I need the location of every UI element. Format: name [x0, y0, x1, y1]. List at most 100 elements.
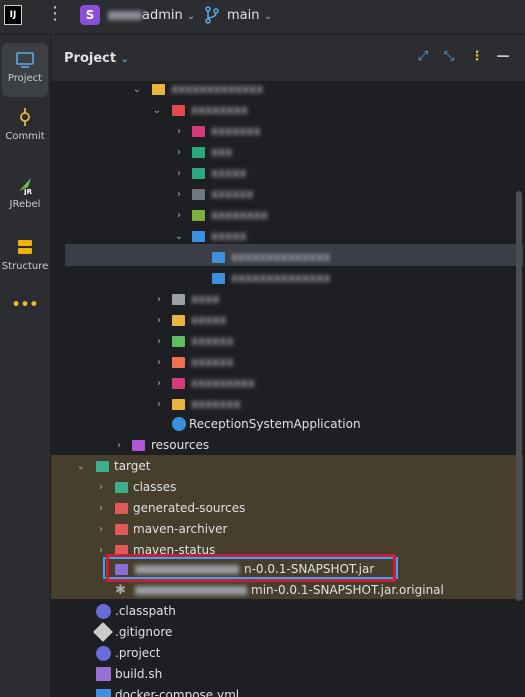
- tree-row[interactable]: › xxxxxxxxx: [51, 373, 525, 394]
- chevron-right-icon[interactable]: ›: [153, 310, 165, 331]
- redacted-text: xxxxxx: [191, 355, 234, 369]
- tree-row[interactable]: › xxxxxx: [51, 184, 525, 205]
- redacted-text: xxxx: [191, 292, 220, 306]
- tree-row[interactable]: › xxxxxx: [51, 331, 525, 352]
- tree-row[interactable]: .classpath: [51, 601, 525, 622]
- chevron-right-icon[interactable]: ›: [95, 498, 107, 519]
- tool-project[interactable]: Project: [2, 43, 48, 97]
- tree-row[interactable]: ⌄ xxxxx: [51, 226, 525, 247]
- branch-switcher[interactable]: main ⌄: [227, 8, 272, 23]
- tree-row[interactable]: › xxxxxxx: [51, 121, 525, 142]
- tool-commit[interactable]: Commit: [0, 107, 50, 142]
- chevron-down-icon: ⌄: [263, 11, 273, 22]
- chevron-down-icon[interactable]: ⌄: [173, 226, 185, 247]
- tree-row-target[interactable]: ⌄ target: [51, 456, 525, 477]
- git-branch-icon: [205, 6, 219, 24]
- class-icon: [212, 273, 225, 284]
- excluded-folder-icon: [96, 461, 109, 472]
- package-icon: [172, 399, 185, 410]
- chevron-right-icon[interactable]: ›: [113, 435, 125, 456]
- tree-row[interactable]: ✱ min-0.0.1-SNAPSHOT.jar.original: [51, 580, 525, 601]
- hide-panel-icon[interactable]: —: [495, 49, 511, 65]
- chevron-right-icon[interactable]: ›: [173, 121, 185, 142]
- tree-row[interactable]: › xxxxx: [51, 163, 525, 184]
- redacted-text: xxxxxxxxxxxxxx: [231, 250, 331, 264]
- options-icon[interactable]: ⋮: [469, 49, 485, 65]
- tree-row[interactable]: › xxxxxxxx: [51, 205, 525, 226]
- chevron-right-icon[interactable]: ›: [173, 142, 185, 163]
- project-badge[interactable]: S: [80, 5, 100, 25]
- tree-row[interactable]: › xxxxxx: [51, 352, 525, 373]
- chevron-right-icon[interactable]: ›: [153, 331, 165, 352]
- file-name: docker-compose.yml: [115, 688, 240, 697]
- chevron-down-icon[interactable]: ⌄: [151, 100, 163, 121]
- tree-row[interactable]: › xxx: [51, 142, 525, 163]
- tree-row[interactable]: .project: [51, 643, 525, 664]
- app-logo[interactable]: IJ: [4, 5, 22, 25]
- chevron-right-icon[interactable]: ›: [153, 373, 165, 394]
- docker-icon: [96, 689, 111, 697]
- chevron-right-icon[interactable]: ›: [173, 163, 185, 184]
- expand-all-icon[interactable]: ⤢: [415, 49, 431, 65]
- package-icon: [192, 126, 205, 137]
- chevron-right-icon[interactable]: ›: [153, 394, 165, 415]
- tree-row[interactable]: › maven-archiver: [51, 519, 525, 540]
- redacted-text: xxxxxxx: [191, 397, 241, 411]
- tool-jrebel[interactable]: JR JRebel: [0, 175, 50, 210]
- redacted-text: [135, 586, 247, 595]
- package-icon: [172, 105, 185, 116]
- chevron-right-icon[interactable]: ›: [173, 184, 185, 205]
- vertical-scrollbar[interactable]: [516, 191, 522, 601]
- collapse-all-icon[interactable]: ⤡: [441, 49, 457, 65]
- panel-title-dropdown[interactable]: Project ⌄: [64, 51, 129, 66]
- package-icon: [172, 294, 185, 305]
- tree-row[interactable]: xxxxxxxxxxxxxx: [51, 268, 525, 289]
- tree-row[interactable]: › classes: [51, 477, 525, 498]
- tree-row-resources[interactable]: › resources: [51, 435, 525, 456]
- main-menu-icon[interactable]: ⋮: [46, 4, 64, 24]
- tree-row[interactable]: build.sh: [51, 664, 525, 685]
- folder-name: classes: [133, 480, 177, 494]
- tree-row[interactable]: ReceptionSystemApplication: [51, 414, 525, 435]
- chevron-right-icon[interactable]: ›: [153, 352, 165, 373]
- file-name: build.sh: [115, 667, 163, 681]
- package-icon: [192, 189, 205, 200]
- package-icon: [192, 147, 205, 158]
- tree-row[interactable]: › xxxxx: [51, 310, 525, 331]
- git-icon: [93, 622, 113, 642]
- folder-icon: [16, 52, 34, 68]
- chevron-down-icon[interactable]: ⌄: [75, 456, 87, 477]
- chevron-right-icon[interactable]: ›: [95, 519, 107, 540]
- eclipse-icon: [96, 646, 111, 661]
- jrebel-icon: JR: [19, 178, 33, 195]
- more-tools-icon[interactable]: •••: [0, 297, 50, 313]
- package-icon: [172, 357, 185, 368]
- tree-row[interactable]: ⌄ xxxxxxxxxxxxx: [51, 81, 525, 100]
- chevron-right-icon[interactable]: ›: [173, 205, 185, 226]
- tree-row[interactable]: .gitignore: [51, 622, 525, 643]
- file-name: .classpath: [115, 604, 176, 618]
- tool-structure[interactable]: Structure: [0, 237, 50, 272]
- package-icon: [172, 315, 185, 326]
- project-name: admin: [142, 8, 183, 23]
- tree-row[interactable]: › xxxx: [51, 289, 525, 310]
- chevron-right-icon[interactable]: ›: [153, 289, 165, 310]
- package-icon: [192, 168, 205, 179]
- package-icon: [192, 210, 205, 221]
- tree-row[interactable]: › xxxxxxx: [51, 394, 525, 415]
- project-switcher[interactable]: admin ⌄: [108, 8, 195, 23]
- tool-label: Structure: [1, 261, 49, 272]
- spring-boot-class-icon: [172, 417, 186, 431]
- file-name: min-0.0.1-SNAPSHOT.jar.original: [251, 583, 444, 597]
- tree-row-selected[interactable]: xxxxxxxxxxxxxx: [51, 247, 525, 268]
- package-icon: [192, 231, 205, 242]
- redacted-text: xxxxxxxxxxxxxx: [231, 271, 331, 285]
- tree-row[interactable]: ⌄ xxxxxxxx: [51, 100, 525, 121]
- tree-row[interactable]: docker-compose.yml: [51, 685, 525, 697]
- folder-name: resources: [151, 438, 210, 452]
- panel-title: Project: [64, 51, 117, 66]
- chevron-down-icon[interactable]: ⌄: [131, 81, 143, 100]
- redacted-text: xxxxxx: [211, 187, 254, 201]
- tree-row[interactable]: › generated-sources: [51, 498, 525, 519]
- chevron-right-icon[interactable]: ›: [95, 477, 107, 498]
